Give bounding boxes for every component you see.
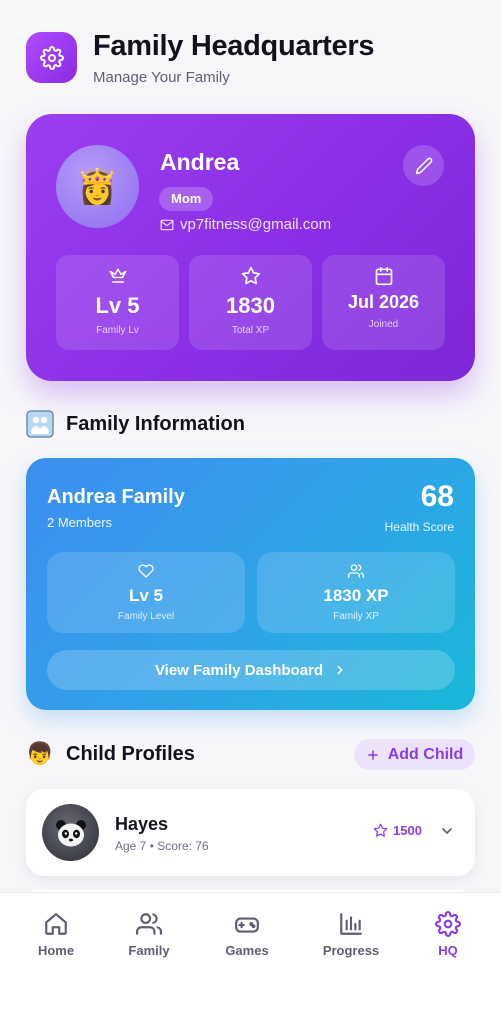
child-profiles-heading: 👦 Child Profiles — [26, 740, 195, 768]
nav-label: Home — [37, 943, 75, 958]
view-family-dashboard-button[interactable]: View Family Dashboard — [47, 650, 455, 690]
chevron-down-icon[interactable] — [439, 823, 455, 844]
plus-icon — [367, 749, 378, 760]
page-header: Family Headquarters Manage Your Family — [26, 30, 476, 90]
profile-name: Andrea — [160, 149, 240, 175]
family-info-heading: Family Information — [26, 410, 245, 438]
stat-value: Lv 5 — [128, 586, 164, 605]
stat-value: 1830 XP — [323, 586, 389, 605]
nav-label: Games — [225, 943, 269, 958]
chevron-right-icon — [337, 665, 343, 675]
nav-item-hq[interactable]: HQ — [408, 911, 488, 958]
family-members: 2 Members — [47, 515, 113, 530]
child-card[interactable]: Hayes Age 7 • Score: 76 1500 — [26, 789, 475, 876]
profile-email: vp7fitness@gmail.com — [180, 216, 332, 233]
nav-item-games[interactable]: Games — [207, 911, 287, 958]
stat-label: Family Lv — [96, 325, 139, 336]
bar-chart-icon — [340, 913, 362, 935]
health-score-label: Health Score — [384, 520, 454, 534]
child-emoji-icon: 👦 — [26, 741, 54, 766]
edit-profile-button[interactable] — [403, 145, 444, 186]
email-row: vp7fitness@gmail.com — [160, 216, 331, 233]
stat-label: Family Level — [117, 611, 175, 622]
bottom-nav: Home Family Games Progress HQ — [0, 892, 501, 1024]
stat-value: Jul 2026 — [347, 292, 420, 312]
nav-item-home[interactable]: Home — [16, 911, 96, 958]
child-name: Hayes — [115, 814, 169, 834]
stat-label: Total XP — [231, 325, 270, 336]
profile-card: 👸 Andrea Mom vp7fitness@gmail.com Lv 5 F… — [26, 114, 475, 381]
gear-icon[interactable] — [26, 32, 77, 83]
pencil-icon — [415, 157, 432, 174]
page-subtitle: Manage Your Family — [93, 69, 230, 86]
stat-label: Family XP — [333, 611, 379, 622]
avatar[interactable]: 👸 — [56, 145, 139, 228]
stat-value: 1830 — [226, 293, 275, 318]
mail-icon — [160, 219, 174, 230]
nav-item-progress[interactable]: Progress — [311, 911, 391, 958]
stat-family-level: Lv 5 Family Lv — [56, 255, 179, 350]
child-points: 1500 — [373, 823, 422, 838]
crown-icon — [108, 265, 128, 287]
family-emoji-icon — [26, 410, 54, 438]
panda-avatar-icon — [42, 804, 99, 861]
stat-label: Joined — [368, 319, 399, 330]
button-label: View Family Dashboard — [154, 661, 324, 679]
users-icon — [347, 562, 365, 580]
button-label: Add Child — [387, 745, 464, 763]
nav-label: HQ — [438, 943, 458, 958]
users-icon — [136, 913, 162, 935]
nav-item-family[interactable]: Family — [109, 911, 189, 958]
home-icon — [45, 913, 67, 935]
gear-icon — [435, 911, 461, 937]
family-level-stat: Lv 5 Family Level — [47, 552, 245, 633]
family-card: Andrea Family 2 Members 68 Health Score … — [26, 458, 475, 710]
star-icon — [241, 265, 261, 287]
page-title: Family Headquarters — [93, 30, 375, 62]
role-badge: Mom — [159, 187, 214, 211]
calendar-icon — [374, 265, 394, 287]
stat-value: Lv 5 — [95, 293, 140, 318]
nav-label: Family — [128, 943, 170, 958]
add-child-button[interactable]: Add Child — [354, 739, 475, 770]
nav-label: Progress — [322, 943, 380, 958]
points-value: 1500 — [393, 823, 422, 838]
family-name: Andrea Family — [47, 486, 185, 508]
gamepad-icon — [235, 917, 259, 933]
child-meta: Age 7 • Score: 76 — [115, 839, 209, 853]
heart-icon — [137, 562, 155, 580]
stat-total-xp: 1830 Total XP — [189, 255, 312, 350]
health-score-value: 68 — [420, 480, 454, 513]
section-title: Child Profiles — [66, 742, 195, 765]
family-xp-stat: 1830 XP Family XP — [257, 552, 455, 633]
stat-joined: Jul 2026 Joined — [322, 255, 445, 350]
section-title: Family Information — [66, 412, 245, 435]
star-icon — [373, 823, 388, 837]
